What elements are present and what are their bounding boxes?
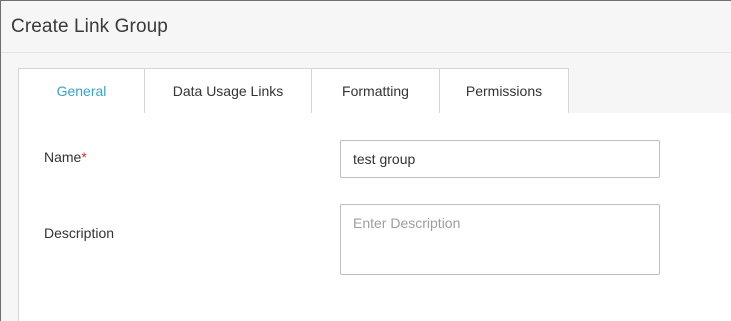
dialog-title: Create Link Group xyxy=(11,16,168,37)
tab-data-usage-links[interactable]: Data Usage Links xyxy=(145,68,312,114)
dialog-content: General Data Usage Links Formatting Perm… xyxy=(1,53,731,321)
dialog-title-bar: Create Link Group xyxy=(1,1,731,53)
create-link-group-dialog: Create Link Group General Data Usage Lin… xyxy=(0,0,731,321)
tab-bar: General Data Usage Links Formatting Perm… xyxy=(18,68,569,114)
tab-permissions-label: Permissions xyxy=(465,83,543,99)
general-tab-panel: Name* Description xyxy=(18,113,731,321)
description-textarea[interactable] xyxy=(340,204,660,275)
tab-permissions[interactable]: Permissions xyxy=(440,68,569,114)
tab-general-label: General xyxy=(56,83,107,99)
name-input[interactable] xyxy=(340,140,660,178)
description-field-label: Description xyxy=(44,225,115,241)
tab-general[interactable]: General xyxy=(18,68,145,114)
required-marker: * xyxy=(81,149,87,165)
tab-data-usage-links-label: Data Usage Links xyxy=(172,83,284,99)
name-field-label: Name* xyxy=(44,149,87,165)
name-label-text: Name xyxy=(44,149,82,165)
tab-formatting-label: Formatting xyxy=(342,83,409,99)
tab-formatting[interactable]: Formatting xyxy=(312,68,440,114)
